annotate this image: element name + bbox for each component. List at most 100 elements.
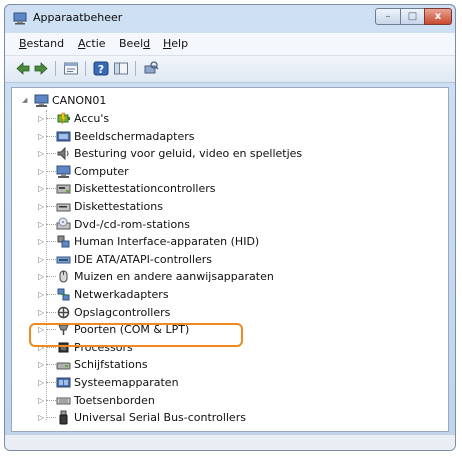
cd-drive-icon: [56, 217, 71, 230]
tree-item-label: Schijfstations: [74, 358, 148, 371]
tree-item[interactable]: ▷ Diskettestations: [12, 198, 448, 216]
device-manager-icon: [13, 12, 27, 25]
tree-connector: [46, 347, 56, 348]
tree-connector: [46, 382, 56, 383]
tree-item[interactable]: ▷ Schijfstations: [12, 356, 448, 374]
window-title: Apparaatbeheer: [33, 11, 123, 24]
toolbar: ?: [5, 56, 455, 83]
menu-beeld[interactable]: Beeld: [119, 37, 150, 50]
maximize-icon: □: [407, 11, 418, 22]
expand-icon[interactable]: ▷: [38, 167, 44, 176]
toolbar-separator: [135, 61, 136, 76]
tree-item-label: Netwerkadapters: [74, 288, 169, 301]
tree-item-label: Beeldschermadapters: [74, 130, 195, 143]
menu-accelerator: H: [163, 37, 172, 50]
tree-item-label: Accu's: [74, 112, 110, 125]
display-adapter-icon: [56, 131, 71, 142]
tree-item[interactable]: ▷ Muizen en andere aanwijsapparaten: [12, 268, 448, 286]
tree-item[interactable]: ▷ Netwerkadapters: [12, 286, 448, 304]
collapse-icon[interactable]: ◢: [22, 96, 27, 104]
expand-icon[interactable]: ▷: [38, 290, 44, 299]
tree-item[interactable]: ▷ Computer: [12, 163, 448, 181]
expand-icon[interactable]: ▷: [38, 114, 44, 123]
forward-arrow-icon[interactable]: [33, 61, 49, 76]
menu-bestand[interactable]: Bestand: [19, 37, 64, 50]
expand-icon[interactable]: ▷: [38, 378, 44, 387]
expand-icon[interactable]: ▷: [38, 220, 44, 229]
tree-item[interactable]: ▷ IDE ATA/ATAPI-controllers: [12, 251, 448, 269]
tree-item-label: Universal Serial Bus-controllers: [74, 411, 246, 424]
tree-item[interactable]: ▷ Opslagcontrollers: [12, 304, 448, 322]
tree-connector: [46, 171, 56, 172]
close-icon: x: [434, 11, 442, 22]
tree-item[interactable]: ▷ Diskettestationcontrollers: [12, 180, 448, 198]
expand-icon[interactable]: ▷: [38, 360, 44, 369]
maximize-button[interactable]: □: [400, 8, 425, 25]
back-arrow-icon[interactable]: [15, 61, 31, 76]
tree-connector: [46, 118, 56, 119]
expand-icon[interactable]: ▷: [38, 184, 44, 193]
expand-icon[interactable]: ▷: [38, 308, 44, 317]
storage-controller-icon: [57, 306, 70, 319]
tree-item[interactable]: ▷ Human Interface-apparaten (HID): [12, 233, 448, 251]
svg-text:?: ?: [98, 63, 104, 76]
menu-help[interactable]: Help: [163, 37, 188, 50]
system-device-icon: [56, 377, 71, 388]
tree-root-canon01[interactable]: ◢ CANON01: [12, 92, 448, 110]
computer-icon: [34, 94, 49, 107]
help-icon[interactable]: ?: [93, 61, 109, 76]
tree-connector: [46, 400, 56, 401]
tree-item-label: IDE ATA/ATAPI-controllers: [74, 253, 213, 266]
tree-connector: [46, 206, 56, 207]
tree-item[interactable]: ▷ Besturing voor geluid, video en spellet…: [12, 145, 448, 163]
console-tree-icon[interactable]: [113, 61, 129, 76]
tree-item[interactable]: ▷ Beeldschermadapters: [12, 128, 448, 146]
tree-item-label: Dvd-/cd-rom-stations: [74, 218, 190, 231]
menu-accelerator: d: [143, 37, 151, 50]
tree-item-label: Diskettestations: [74, 200, 163, 213]
close-button[interactable]: x: [424, 8, 452, 25]
expand-icon[interactable]: ▷: [38, 255, 44, 264]
tree-connector: [46, 188, 56, 189]
tree-item[interactable]: ▷ Dvd-/cd-rom-stations: [12, 216, 448, 234]
tree-connector: [46, 294, 56, 295]
status-bar: [5, 434, 455, 450]
disk-drive-icon: [56, 362, 71, 370]
tree-item[interactable]: ▷ Systeemapparaten: [12, 374, 448, 392]
tree-item-label: Computer: [74, 165, 129, 178]
battery-icon: [57, 112, 70, 125]
tree-connector: [46, 224, 56, 225]
speaker-icon: [57, 146, 69, 161]
menu-actie[interactable]: Actie: [78, 37, 106, 50]
tree-root-label: CANON01: [52, 94, 107, 107]
expand-icon[interactable]: ▷: [38, 202, 44, 211]
title-bar[interactable]: Apparaatbeheer – □ x: [5, 5, 455, 33]
tree-item-label: Besturing voor geluid, video en spelletj…: [74, 147, 303, 160]
tree-connector: [46, 276, 56, 277]
tree-connector: [46, 312, 56, 313]
expand-icon[interactable]: ▷: [38, 149, 44, 158]
expand-icon[interactable]: ▷: [38, 272, 44, 281]
tree-item-label: Systeemapparaten: [74, 376, 179, 389]
menu-accelerator: A: [78, 37, 86, 50]
expand-icon[interactable]: ▷: [38, 396, 44, 405]
minimize-icon: –: [385, 11, 391, 22]
toolbar-separator: [55, 61, 56, 76]
menu-accelerator: B: [19, 37, 27, 50]
tree-connector: [46, 259, 56, 260]
tree-item-label: Opslagcontrollers: [74, 306, 171, 319]
tree-item-label: Diskettestationcontrollers: [74, 182, 216, 195]
hid-icon: [57, 235, 70, 248]
minimize-button[interactable]: –: [375, 8, 401, 25]
device-tree: ◢ CANON01 ▷ Accu's ▷ Beeldschermadapters ▷ Be…: [11, 87, 449, 432]
tree-item-label: Toetsenborden: [74, 394, 155, 407]
mouse-icon: [59, 270, 68, 283]
properties-icon[interactable]: [63, 61, 79, 76]
expand-icon[interactable]: ▷: [38, 413, 44, 422]
expand-icon[interactable]: ▷: [38, 132, 44, 141]
scan-hardware-icon[interactable]: [143, 61, 159, 76]
expand-icon[interactable]: ▷: [38, 237, 44, 246]
tree-item[interactable]: ▷ Accu's: [12, 110, 448, 128]
tree-item[interactable]: ▷ Universal Serial Bus-controllers: [12, 409, 448, 427]
tree-item[interactable]: ▷ Toetsenborden: [12, 392, 448, 410]
